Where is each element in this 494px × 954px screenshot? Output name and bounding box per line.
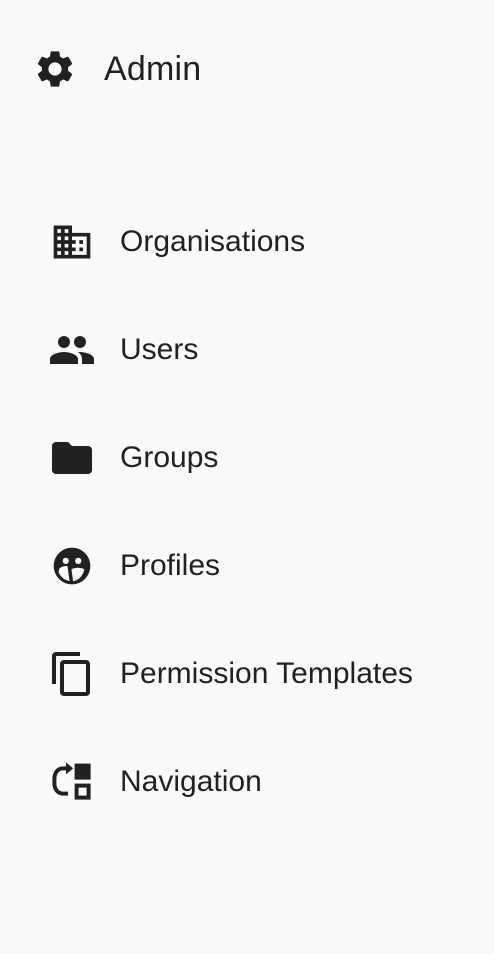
building-icon bbox=[48, 218, 96, 266]
face-profile-icon bbox=[48, 542, 96, 590]
sidebar-item-profiles[interactable]: Profiles bbox=[0, 512, 494, 620]
people-icon bbox=[48, 326, 96, 374]
sidebar-item-label: Organisations bbox=[120, 225, 306, 258]
admin-nav: Organisations Users Groups Profiles Perm… bbox=[0, 188, 494, 836]
sidebar-item-label: Profiles bbox=[120, 549, 221, 582]
redo-layout-icon bbox=[48, 758, 96, 806]
sidebar-item-permission-templates[interactable]: Permission Templates bbox=[0, 620, 494, 728]
admin-sidebar: Admin Organisations Users Groups Profile… bbox=[0, 0, 494, 954]
page-title: Admin bbox=[104, 49, 202, 88]
sidebar-item-label: Groups bbox=[120, 441, 219, 474]
sidebar-item-label: Navigation bbox=[120, 765, 262, 798]
sidebar-header: Admin bbox=[32, 46, 201, 92]
sidebar-item-label: Users bbox=[120, 333, 199, 366]
sidebar-item-groups[interactable]: Groups bbox=[0, 404, 494, 512]
gear-icon bbox=[32, 46, 78, 92]
sidebar-item-organisations[interactable]: Organisations bbox=[0, 188, 494, 296]
folder-icon bbox=[48, 434, 96, 482]
sidebar-item-navigation[interactable]: Navigation bbox=[0, 728, 494, 836]
sidebar-item-label: Permission Templates bbox=[120, 657, 413, 690]
copy-icon bbox=[48, 650, 96, 698]
sidebar-item-users[interactable]: Users bbox=[0, 296, 494, 404]
